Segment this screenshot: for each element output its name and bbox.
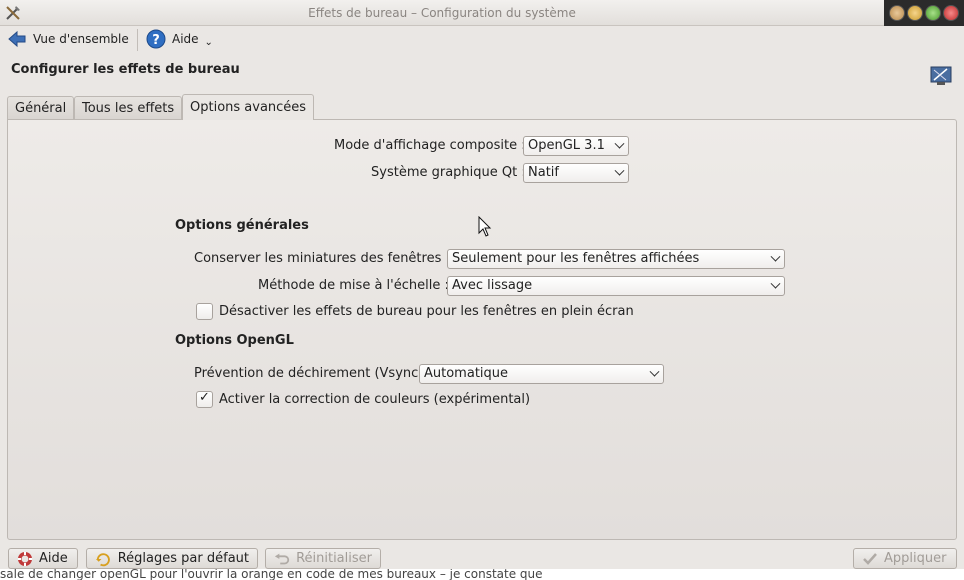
chevron-down-icon (770, 251, 781, 262)
color-correction-checkbox[interactable]: ✓ (196, 390, 213, 408)
restore-defaults-icon (95, 552, 110, 566)
vsync-label: Prévention de déchirement (Vsync) (194, 366, 424, 381)
compositing-mode-label: Mode d'affichage composite : (334, 138, 526, 153)
toolbar: Vue d'ensemble ? Aide ⌄ (0, 26, 964, 52)
help-icon: ? (146, 29, 166, 49)
tab-general-label: Général (15, 101, 67, 116)
title-bar: Effets de bureau – Configuration du syst… (0, 0, 964, 26)
disable-fullscreen-checkbox[interactable] (196, 303, 213, 320)
svg-text:?: ? (152, 33, 160, 48)
window-controls (884, 0, 964, 26)
thumbnails-label: Conserver les miniatures des fenêtres : (194, 251, 450, 266)
general-options-heading: Options générales (175, 218, 309, 233)
vsync-value: Automatique (424, 366, 509, 381)
tab-general[interactable]: Général (7, 96, 75, 119)
checkmark-icon: ✓ (199, 390, 210, 405)
tab-all-effects[interactable]: Tous les effets (74, 96, 183, 119)
defaults-button[interactable]: Réglages par défaut (86, 548, 258, 569)
scale-method-label: Méthode de mise à l'échelle : (258, 278, 449, 293)
back-arrow-icon (8, 30, 26, 48)
mouse-cursor-icon (478, 216, 492, 237)
disable-fullscreen-label: Désactiver les effets de bureau pour les… (219, 304, 634, 319)
minimize-button[interactable] (907, 5, 923, 21)
apply-button-label: Appliquer (884, 551, 947, 566)
qt-graphics-select[interactable]: Natif (523, 163, 629, 183)
close-button[interactable] (943, 5, 959, 21)
background-window-text: sale de changer openGL pour l'ouvrir la … (0, 569, 964, 580)
page-title: Configurer les effets de bureau (11, 62, 240, 77)
scale-method-value: Avec lissage (452, 278, 533, 293)
tab-advanced-options-label: Options avancées (190, 100, 307, 115)
thumbnails-select[interactable]: Seulement pour les fenêtres affichées (447, 249, 785, 269)
help-window-button[interactable] (889, 5, 905, 21)
lifebuoy-icon (18, 551, 32, 566)
toolbar-separator (137, 29, 138, 51)
chevron-down-icon (614, 165, 625, 176)
window-title: Effets de bureau – Configuration du syst… (308, 6, 576, 20)
chevron-down-icon (770, 278, 781, 289)
defaults-button-label: Réglages par défaut (117, 551, 249, 566)
chevron-down-icon: ⌄ (204, 36, 213, 48)
tab-advanced-options[interactable]: Options avancées (182, 94, 315, 120)
qt-graphics-value: Natif (528, 165, 559, 180)
overview-button[interactable]: Vue d'ensemble (7, 28, 129, 50)
undo-icon (274, 553, 290, 564)
qt-graphics-label: Système graphique Qt : (371, 165, 526, 180)
help-button[interactable]: Aide (8, 548, 78, 569)
opengl-options-heading: Options OpenGL (175, 333, 294, 348)
overview-label: Vue d'ensemble (33, 32, 129, 46)
help-label: Aide (172, 32, 199, 46)
thumbnails-value: Seulement pour les fenêtres affichées (452, 251, 700, 266)
reset-button-label: Réinitialiser (296, 551, 372, 566)
desktop-effects-icon (930, 66, 952, 85)
scale-method-select[interactable]: Avec lissage (447, 276, 785, 296)
compositing-mode-value: OpenGL 3.1 (528, 138, 605, 153)
chevron-down-icon (614, 138, 625, 149)
vsync-select[interactable]: Automatique (419, 364, 664, 384)
chevron-down-icon (649, 366, 660, 377)
reset-button[interactable]: Réinitialiser (265, 548, 381, 569)
checkmark-icon (863, 552, 877, 565)
help-menu-button[interactable]: ? Aide ⌄ (146, 28, 213, 50)
apply-button[interactable]: Appliquer (853, 548, 957, 569)
maximize-button[interactable] (925, 5, 941, 21)
compositing-mode-select[interactable]: OpenGL 3.1 (523, 136, 629, 156)
help-button-label: Aide (39, 551, 68, 566)
tab-all-effects-label: Tous les effets (82, 101, 175, 116)
color-correction-label: Activer la correction de couleurs (expér… (219, 392, 531, 407)
advanced-options-panel (7, 119, 957, 540)
